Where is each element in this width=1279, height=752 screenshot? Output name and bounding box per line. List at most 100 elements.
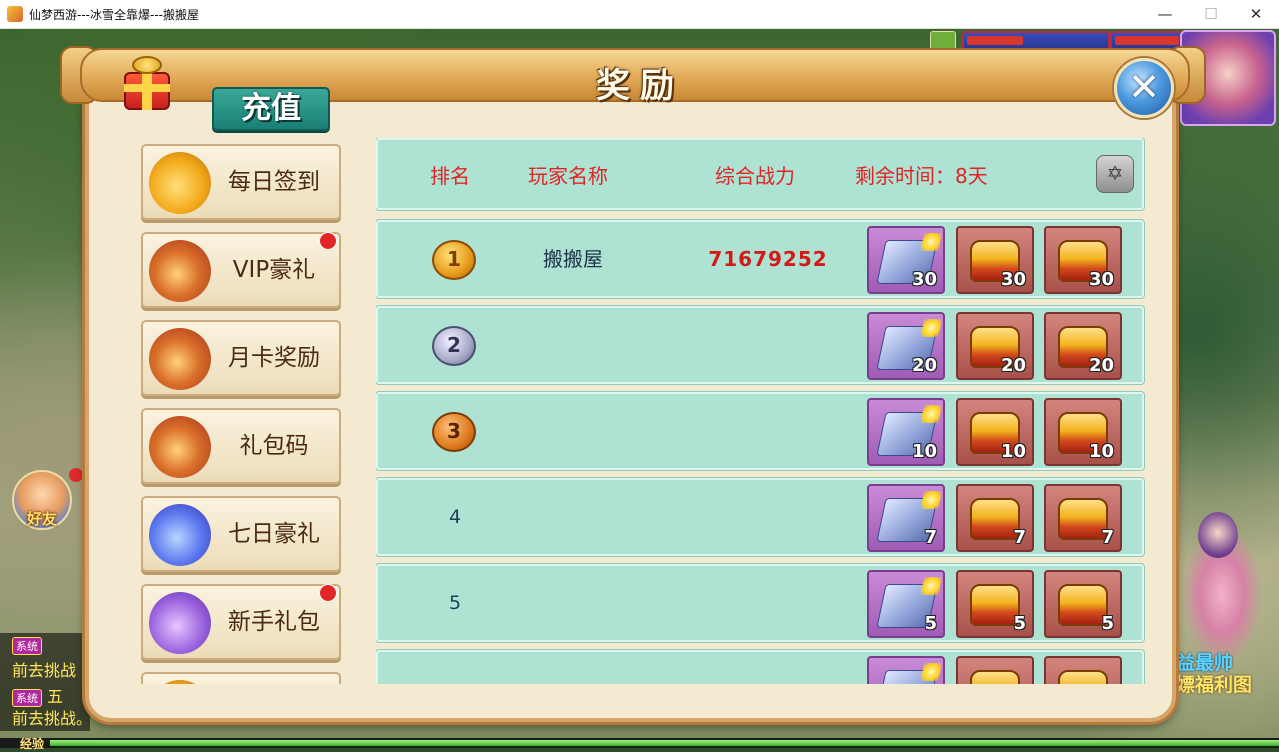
gift-box-icon: [118, 54, 176, 112]
window-title: 仙梦西游---冰雪全靠爆---搬搬屋: [29, 8, 199, 22]
reward-ticket[interactable]: 5: [867, 570, 945, 638]
reward-chest[interactable]: 5: [1044, 570, 1122, 638]
reward-count: 30: [1088, 269, 1114, 290]
exp-label: 经验: [20, 737, 45, 751]
experience-bar: 经验: [0, 737, 1279, 751]
menu-item-monthly-card[interactable]: 月卡奖励: [141, 320, 341, 396]
lucky-bag-icon: [149, 328, 211, 390]
table-row: 5 5 5 5: [376, 564, 1144, 642]
menu-item-label: 七日豪礼: [228, 521, 320, 547]
reward-count: 10: [1000, 441, 1026, 462]
friend-button[interactable]: 好友: [12, 470, 72, 530]
money-bag-icon: [149, 680, 211, 684]
table-row: 3 10 10 10: [376, 392, 1144, 470]
purple-bag-icon: [149, 592, 211, 654]
chat-panel[interactable]: 系统 前去挑战 系统 五 前去挑战。: [0, 633, 93, 731]
reward-chest[interactable]: 20: [956, 312, 1034, 380]
chat-line: 前去挑战。: [12, 709, 93, 728]
minimize-button[interactable]: —: [1142, 0, 1188, 28]
reward-chest[interactable]: 7: [956, 484, 1034, 552]
app-icon: [7, 6, 23, 22]
menu-item-label: 新手礼包: [228, 609, 320, 635]
reward-count: 20: [1088, 355, 1114, 376]
chat-text: 五: [47, 687, 64, 706]
reward-count: 30: [1000, 269, 1026, 290]
lucky-bag-icon: [149, 416, 211, 478]
reward-chest[interactable]: 30: [956, 226, 1034, 294]
menu-item-vip-gift[interactable]: VIP豪礼: [141, 232, 341, 308]
chat-line: 系统: [12, 635, 42, 655]
reward-count: 20: [911, 355, 937, 376]
reward-count: 7: [1101, 527, 1114, 548]
treasure-chest-icon: [970, 670, 1020, 684]
ticket-icon: [876, 670, 938, 684]
reward-category-menu[interactable]: 每日签到 VIP豪礼 月卡奖励 礼包码 七日豪礼 新手礼包: [134, 140, 348, 684]
exp-bar-fill: [50, 740, 1279, 746]
blue-bag-icon: [149, 504, 211, 566]
ranking-table[interactable]: 排名 玩家名称 综合战力 剩余时间：8天 ✡ 1 搬搬屋 71679252 30…: [376, 138, 1146, 684]
reward-chest[interactable]: [956, 656, 1034, 684]
promo-text-2[interactable]: 嫖福利图: [1176, 670, 1252, 697]
reward-count: 7: [1013, 527, 1026, 548]
header-player-name: 玩家名称: [528, 164, 608, 188]
table-row: 4 7 7 7: [376, 478, 1144, 556]
rank-number: 5: [448, 592, 462, 614]
rank-medal-silver: 2: [432, 326, 476, 366]
rules-button[interactable]: ✡: [1096, 155, 1134, 193]
reward-chest[interactable]: 5: [956, 570, 1034, 638]
close-icon: ✕: [1128, 65, 1160, 109]
menu-item-gift-code[interactable]: 礼包码: [141, 408, 341, 484]
menu-item-seven-day-gift[interactable]: 七日豪礼: [141, 496, 341, 572]
reward-ticket[interactable]: 7: [867, 484, 945, 552]
reward-count: 5: [1013, 613, 1026, 634]
reward-ticket[interactable]: 10: [867, 398, 945, 466]
reward-count: 10: [911, 441, 937, 462]
reward-count: 5: [1101, 613, 1114, 634]
menu-item-partial[interactable]: [141, 672, 341, 684]
notification-dot: [319, 584, 337, 602]
chat-line: 前去挑战: [12, 661, 77, 680]
reward-chest[interactable]: 30: [1044, 226, 1122, 294]
friend-notification-dot: [69, 468, 83, 482]
reward-chest[interactable]: 20: [1044, 312, 1122, 380]
gift-ribbon: [124, 84, 170, 92]
menu-item-daily-checkin[interactable]: 每日签到: [141, 144, 341, 220]
player-name: 搬搬屋: [543, 247, 603, 271]
reward-chest[interactable]: 10: [956, 398, 1034, 466]
gift-bow: [132, 56, 162, 74]
reward-ticket[interactable]: [867, 656, 945, 684]
money-bag-icon: [149, 152, 211, 214]
header-power: 综合战力: [715, 164, 795, 188]
panel-title: 奖励: [596, 66, 684, 106]
reward-count: 10: [1088, 441, 1114, 462]
window-close-button[interactable]: ✕: [1233, 0, 1279, 28]
reward-chest[interactable]: 7: [1044, 484, 1122, 552]
rank-medal-bronze: 3: [432, 412, 476, 452]
treasure-chest-icon: [1058, 670, 1108, 684]
rank-number: 4: [448, 506, 462, 528]
menu-item-label: 每日签到: [228, 169, 320, 195]
lucky-bag-icon: [149, 240, 211, 302]
header-rank: 排名: [430, 164, 470, 188]
panel-close-button[interactable]: ✕: [1114, 58, 1174, 118]
recharge-label: 充值: [241, 91, 301, 126]
recharge-tab-button[interactable]: 充值: [212, 87, 330, 131]
table-header: 排名 玩家名称 综合战力 剩余时间：8天 ✡: [376, 138, 1144, 210]
table-row: 1 搬搬屋 71679252 30 30 30: [376, 220, 1144, 298]
menu-item-newbie-pack[interactable]: 新手礼包: [141, 584, 341, 660]
reward-count: 5: [924, 613, 937, 634]
reward-ticket[interactable]: 30: [867, 226, 945, 294]
menu-item-label: VIP豪礼: [232, 257, 316, 283]
reward-chest[interactable]: 10: [1044, 398, 1122, 466]
system-tag: 系统: [12, 637, 42, 655]
npc-character[interactable]: [1176, 512, 1268, 662]
hexagram-icon: ✡: [1106, 161, 1124, 185]
table-row: 2 20 20 20: [376, 306, 1144, 384]
reward-count: 30: [911, 269, 937, 290]
reward-ticket[interactable]: 20: [867, 312, 945, 380]
table-row-partial: [376, 650, 1144, 684]
chat-line: 系统 五: [12, 683, 63, 707]
notification-dot: [319, 232, 337, 250]
reward-chest[interactable]: [1044, 656, 1122, 684]
maximize-button[interactable]: ☐: [1188, 0, 1234, 28]
